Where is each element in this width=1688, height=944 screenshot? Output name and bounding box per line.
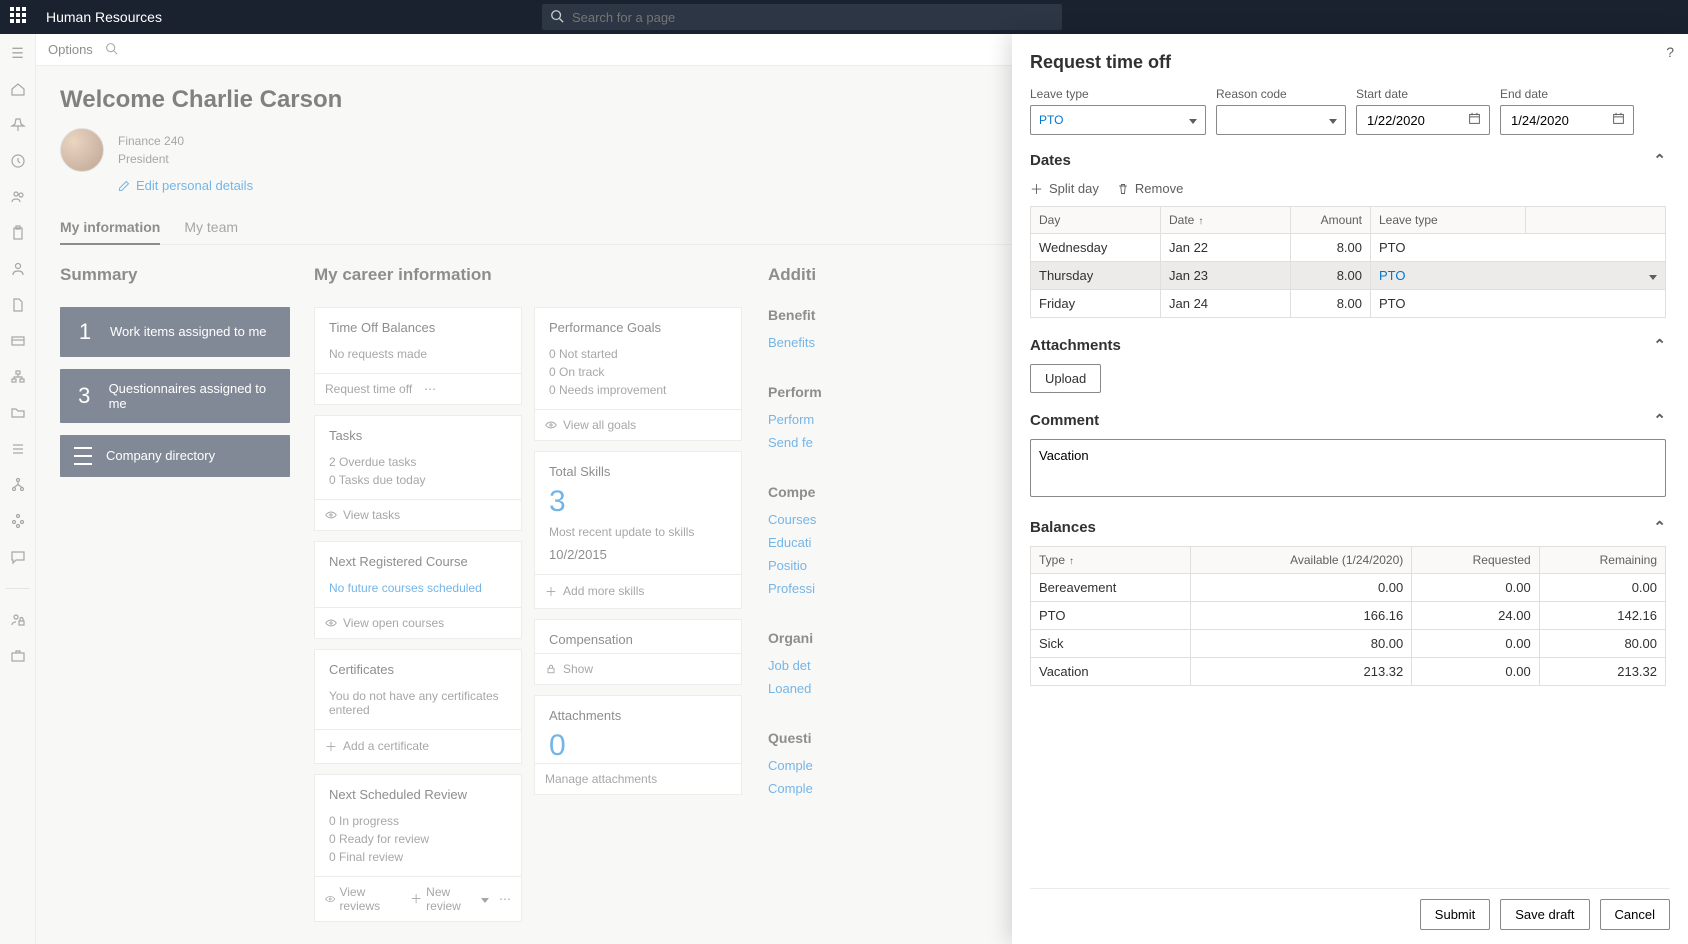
- col-requested[interactable]: Requested: [1412, 547, 1539, 574]
- upload-button[interactable]: Upload: [1030, 364, 1101, 393]
- leave-type-label: Leave type: [1030, 87, 1206, 101]
- table-row: Vacation213.320.00213.32: [1031, 658, 1666, 686]
- col-leave-type[interactable]: Leave type: [1371, 207, 1526, 234]
- start-date-label: Start date: [1356, 87, 1490, 101]
- save-draft-button[interactable]: Save draft: [1500, 899, 1589, 930]
- chevron-down-icon: [1189, 113, 1197, 127]
- reason-code-label: Reason code: [1216, 87, 1346, 101]
- table-row: Bereavement0.000.000.00: [1031, 574, 1666, 602]
- panel-title: Request time off: [1030, 52, 1670, 73]
- search-input[interactable]: [542, 4, 1062, 30]
- plus-icon: ＋: [1030, 179, 1043, 198]
- app-title: Human Resources: [46, 9, 162, 25]
- col-type[interactable]: Type↑: [1031, 547, 1191, 574]
- calendar-icon[interactable]: [1612, 112, 1625, 128]
- end-date-label: End date: [1500, 87, 1634, 101]
- comment-heading: Comment: [1030, 412, 1099, 429]
- app-launcher-icon[interactable]: [10, 7, 30, 27]
- reason-code-select[interactable]: [1216, 105, 1346, 135]
- leave-type-select[interactable]: PTO: [1030, 105, 1206, 135]
- cancel-button[interactable]: Cancel: [1600, 899, 1670, 930]
- start-date-input[interactable]: [1356, 105, 1490, 135]
- col-available[interactable]: Available (1/24/2020): [1191, 547, 1412, 574]
- collapse-icon[interactable]: ⌃: [1653, 151, 1666, 169]
- remove-button[interactable]: Remove: [1117, 179, 1183, 198]
- dates-grid: Day Date↑ Amount Leave type Wednesday Ja…: [1030, 206, 1666, 318]
- col-day[interactable]: Day: [1031, 207, 1161, 234]
- col-amount[interactable]: Amount: [1291, 207, 1371, 234]
- split-day-button[interactable]: ＋Split day: [1030, 179, 1099, 198]
- chevron-down-icon[interactable]: [1649, 268, 1657, 283]
- balances-heading: Balances: [1030, 519, 1096, 536]
- collapse-icon[interactable]: ⌃: [1653, 518, 1666, 536]
- help-icon[interactable]: ?: [1666, 44, 1674, 60]
- dates-heading: Dates: [1030, 152, 1071, 169]
- col-date[interactable]: Date↑: [1161, 207, 1291, 234]
- attachments-heading: Attachments: [1030, 337, 1121, 354]
- collapse-icon[interactable]: ⌃: [1653, 411, 1666, 429]
- table-row[interactable]: Thursday Jan 23 8.00 PTO: [1031, 262, 1666, 290]
- global-search[interactable]: [542, 4, 1062, 30]
- search-icon: [550, 9, 564, 26]
- leave-type-cell[interactable]: PTO: [1379, 268, 1406, 283]
- chevron-down-icon: [1329, 113, 1337, 127]
- balances-grid: Type↑ Available (1/24/2020) Requested Re…: [1030, 546, 1666, 686]
- topbar: Human Resources: [0, 0, 1688, 34]
- submit-button[interactable]: Submit: [1420, 899, 1490, 930]
- end-date-input[interactable]: [1500, 105, 1634, 135]
- calendar-icon[interactable]: [1468, 112, 1481, 128]
- collapse-icon[interactable]: ⌃: [1653, 336, 1666, 354]
- table-row: PTO166.1624.00142.16: [1031, 602, 1666, 630]
- table-row: Sick80.000.0080.00: [1031, 630, 1666, 658]
- col-remaining[interactable]: Remaining: [1539, 547, 1665, 574]
- table-row[interactable]: Friday Jan 24 8.00 PTO: [1031, 290, 1666, 318]
- comment-textarea[interactable]: [1030, 439, 1666, 497]
- table-row[interactable]: Wednesday Jan 22 8.00 PTO: [1031, 234, 1666, 262]
- request-time-off-panel: ? Request time off Leave type PTO Reason…: [1012, 34, 1688, 944]
